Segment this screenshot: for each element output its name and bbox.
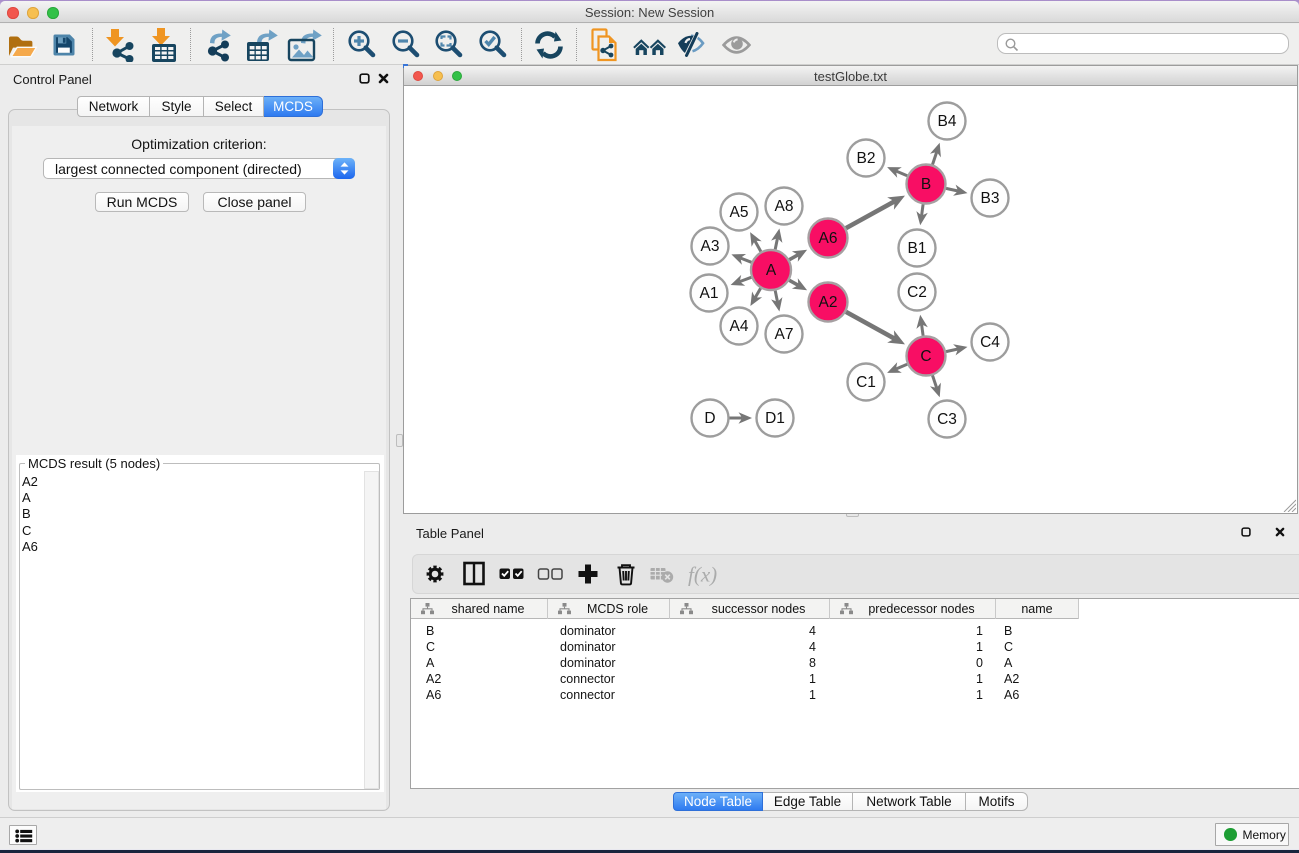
svg-text:B1: B1	[908, 240, 927, 257]
svg-text:A1: A1	[700, 285, 719, 302]
svg-text:B3: B3	[981, 190, 1000, 207]
svg-text:C2: C2	[907, 284, 927, 301]
svg-text:B: B	[921, 176, 931, 193]
svg-text:A7: A7	[775, 326, 794, 343]
svg-text:B4: B4	[938, 113, 957, 130]
svg-text:A: A	[766, 262, 777, 279]
svg-text:A5: A5	[730, 204, 749, 221]
svg-text:A4: A4	[730, 318, 749, 335]
svg-text:D: D	[704, 410, 715, 427]
svg-text:A2: A2	[819, 294, 838, 311]
svg-text:C4: C4	[980, 334, 1000, 351]
svg-text:A8: A8	[775, 198, 794, 215]
svg-text:C: C	[920, 348, 931, 365]
svg-text:f(x): f(x)	[688, 563, 717, 587]
svg-text:C1: C1	[856, 374, 876, 391]
svg-text:A6: A6	[819, 230, 838, 247]
svg-text:B2: B2	[857, 150, 876, 167]
svg-text:D1: D1	[765, 410, 785, 427]
svg-text:A3: A3	[701, 238, 720, 255]
svg-text:C3: C3	[937, 411, 957, 428]
